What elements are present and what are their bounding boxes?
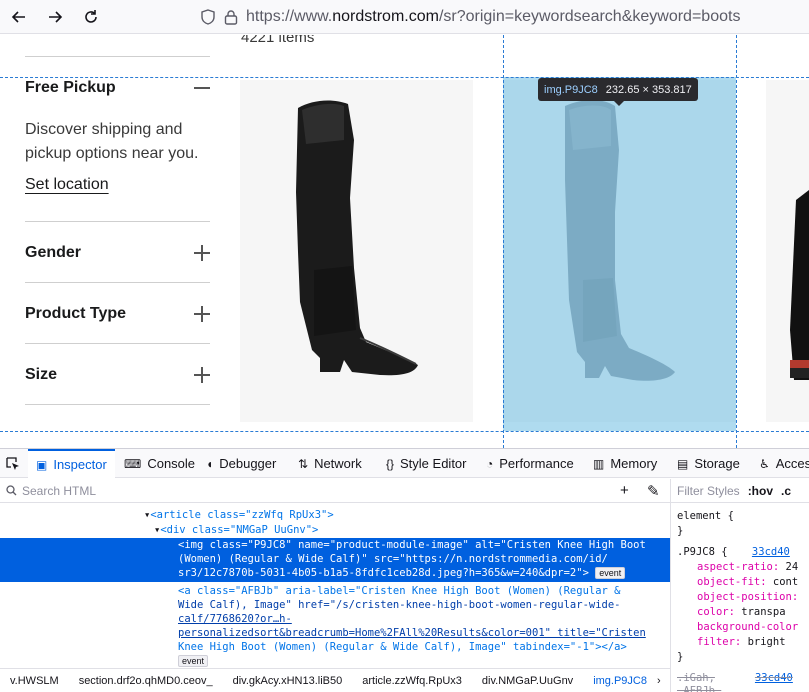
tab-console[interactable]: ⌨ Console [116, 449, 203, 478]
network-icon: ⇅ [298, 456, 309, 471]
tooltip-dimensions: 232.65 × 353.817 [605, 83, 692, 96]
class-toggle[interactable]: .c [781, 484, 791, 498]
breadcrumb-item[interactable]: section.drf2o.qhMD0.ceov_ [69, 675, 223, 687]
tab-debugger[interactable]: ◖ Debugger [198, 449, 284, 478]
forward-arrow-icon[interactable] [42, 4, 68, 30]
lock-icon[interactable] [224, 9, 238, 25]
product-image-lug-boot[interactable] [766, 80, 809, 422]
divider [25, 56, 210, 57]
set-location-link[interactable]: Set location [25, 176, 109, 194]
style-editor-icon: {} [386, 456, 395, 471]
tab-network[interactable]: ⇅ Network [290, 449, 370, 478]
devtools-tabbar: ▣ Inspector ⌨ Console ◖ Debugger ⇅ Network {… [0, 449, 809, 478]
guide-line [503, 35, 504, 448]
breadcrumb-item-current[interactable]: img.P9JC8 [583, 675, 657, 687]
page-viewport: 4221 items Free Pickup Discover shipping… [0, 35, 809, 448]
filter-styles-input[interactable]: Filter Styles [677, 484, 740, 498]
search-icon [6, 485, 17, 496]
tree-node-a[interactable]: <a class="AFBJb" aria-label="Cristen Kne… [0, 584, 670, 667]
filter-title: Size [25, 366, 58, 383]
breadcrumb: v.HWSLM section.drf2o.qhMD0.ceov_ div.gk… [0, 668, 670, 692]
event-badge[interactable]: event [178, 655, 209, 667]
tree-node-div[interactable]: ▾<div class="NMGaP UuGnv"> [154, 523, 670, 537]
free-pickup-description: Discover shipping and pickup options nea… [25, 121, 199, 162]
breadcrumb-item[interactable]: div.gkAcy.xHN13.liB50 [223, 675, 353, 687]
tab-style-editor[interactable]: {} Style Editor [378, 449, 475, 478]
hover-toggle[interactable]: :hov [748, 484, 773, 498]
rule-selector[interactable]: .P9JC8 { 33cd40 [677, 545, 790, 560]
breadcrumb-item[interactable]: article.zzWfq.RpUx3 [352, 675, 472, 687]
tree-node-img-selected[interactable]: <img class="P9JC8" name="product-module-… [0, 538, 670, 582]
product-card[interactable] [766, 80, 809, 422]
tree-node-article[interactable]: ▾<article class="zzWfq RpUx3"> [144, 508, 670, 522]
url-text[interactable]: https://www.nordstrom.com/sr?origin=keyw… [246, 8, 740, 26]
tab-inspector[interactable]: ▣ Inspector [28, 449, 115, 478]
rule-property[interactable]: object-fit: cont [697, 575, 798, 590]
console-icon: ⌨ [124, 456, 142, 471]
tab-accessibility[interactable]: ♿Accessibility [751, 449, 809, 478]
items-count: 4221 items [241, 35, 315, 46]
collapse-icon[interactable] [194, 80, 210, 96]
product-image-black-boot[interactable] [240, 80, 473, 422]
rules-panel: Filter Styles :hov .c element { } .P9JC8… [670, 479, 809, 692]
guide-line [736, 35, 737, 448]
reload-icon[interactable] [78, 4, 104, 30]
filter-product-type[interactable]: Product Type [25, 299, 210, 329]
rule-property[interactable]: filter: bright [697, 635, 786, 650]
divider [25, 282, 210, 283]
inspector-highlight [503, 77, 736, 431]
html-search-bar: Search HTML + ✎ [0, 479, 670, 503]
tab-storage[interactable]: ▤ Storage [669, 449, 748, 478]
chevron-right-icon[interactable]: › [657, 675, 661, 687]
address-bar[interactable]: https://www.nordstrom.com/sr?origin=keyw… [200, 4, 740, 30]
filter-title: Product Type [25, 305, 127, 322]
filter-size[interactable]: Size [25, 360, 210, 390]
debugger-icon: ◖ [206, 456, 214, 471]
breadcrumb-item[interactable]: div.NMGaP.UuGnv [472, 675, 583, 687]
back-arrow-icon[interactable] [6, 4, 32, 30]
divider [25, 404, 210, 405]
html-tree: ▾<article class="zzWfq RpUx3"> ▾<div cla… [0, 504, 670, 667]
storage-icon: ▤ [677, 456, 689, 471]
browser-toolbar: https://www.nordstrom.com/sr?origin=keyw… [0, 0, 809, 34]
guide-line [0, 431, 809, 432]
breadcrumb-item[interactable]: v.HWSLM [0, 675, 69, 687]
tab-performance[interactable]: ◔ Performance [478, 449, 582, 478]
rule-property[interactable]: object-position: [697, 590, 798, 605]
rule-property[interactable]: aspect-ratio: 24 [697, 560, 798, 575]
expand-icon[interactable] [194, 306, 210, 322]
accessibility-icon: ♿ [759, 456, 770, 471]
eyedropper-icon[interactable]: ✎ [647, 482, 660, 500]
filter-gender[interactable]: Gender [25, 238, 210, 268]
expand-icon[interactable] [194, 245, 210, 261]
rule-property[interactable]: background-color [697, 620, 798, 635]
divider [25, 221, 210, 222]
inspector-icon: ▣ [36, 457, 48, 472]
rule-brace: } [677, 651, 684, 663]
element-picker-icon[interactable] [0, 449, 26, 478]
shield-icon[interactable] [200, 9, 216, 25]
tab-memory[interactable]: ▥ Memory [585, 449, 665, 478]
product-card[interactable] [240, 80, 473, 422]
filter-title: Gender [25, 244, 82, 261]
expand-icon[interactable] [194, 367, 210, 383]
event-badge[interactable]: event [595, 567, 626, 579]
memory-icon: ▥ [593, 456, 605, 471]
search-html-input[interactable]: Search HTML [22, 484, 96, 498]
devtools-panel: ▣ Inspector ⌨ Console ◖ Debugger ⇅ Network {… [0, 448, 809, 692]
inspector-tooltip: img.P9JC8 232.65 × 353.817 [538, 78, 698, 106]
divider [25, 343, 210, 344]
tooltip-selector: img.P9JC8 [544, 83, 598, 96]
rule-property[interactable]: color: transpa [697, 605, 786, 620]
rule-brace: } [677, 525, 684, 537]
add-node-icon[interactable]: + [620, 482, 629, 499]
rules-filter-bar: Filter Styles :hov .c [671, 479, 809, 503]
performance-icon: ◔ [486, 456, 494, 471]
filter-title: Free Pickup [25, 79, 116, 96]
rule-element[interactable]: element { [677, 509, 734, 524]
